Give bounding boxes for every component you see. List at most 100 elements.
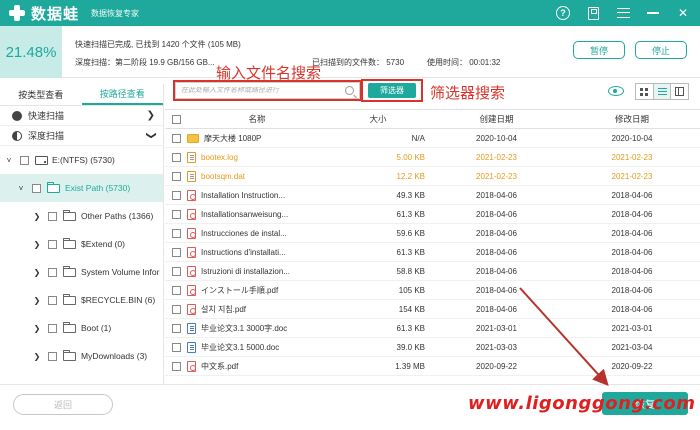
row-checkbox[interactable] xyxy=(171,133,181,143)
pdf-file-icon xyxy=(187,303,196,315)
col-created[interactable]: 创建日期 xyxy=(429,113,564,125)
table-row[interactable]: Instructions d'installati... 61.3 KB 2018-… xyxy=(165,243,700,262)
table-row[interactable]: Installation Instruction... 49.3 KB 2018-0… xyxy=(165,186,700,205)
row-checkbox[interactable] xyxy=(171,190,181,200)
deep-scan-row[interactable]: 深度扫描 ❯ xyxy=(0,126,163,146)
col-size[interactable]: 大小 xyxy=(327,113,429,125)
elapsed-time: 使用时间： 00:01:32 xyxy=(427,57,500,68)
table-row[interactable]: Installationsanweisung... 61.3 KB 2018-04-… xyxy=(165,205,700,224)
file-size: 5.00 KB xyxy=(396,152,425,162)
expand-arrow-icon[interactable]: ❯ xyxy=(32,212,42,221)
back-button[interactable]: 返回 xyxy=(13,394,113,415)
file-name-cell: Installationsanweisung... xyxy=(187,208,327,220)
file-modified: 2018-04-06 xyxy=(611,266,653,276)
table-row[interactable]: Instrucciones de instal... 59.6 KB 2018-04… xyxy=(165,224,700,243)
expand-arrow-icon[interactable]: ˅ xyxy=(4,156,14,165)
row-checkbox[interactable] xyxy=(171,152,181,162)
expand-arrow-icon[interactable]: ˅ xyxy=(16,184,26,193)
grid-view-button[interactable] xyxy=(636,84,654,99)
tree-item-other-paths[interactable]: ❯ Other Paths (1366) xyxy=(0,202,163,230)
expand-arrow-icon[interactable]: ❯ xyxy=(32,296,42,305)
col-modified[interactable]: 修改日期 xyxy=(564,113,700,125)
table-row[interactable]: bootsqm.dat 12.2 KB 2021-02-23 2021-02-23 xyxy=(165,167,700,186)
expand-arrow-icon[interactable]: ❯ xyxy=(32,352,42,361)
pause-button[interactable]: 暂停 xyxy=(573,41,625,59)
file-table: 名称 大小 创建日期 修改日期 摩天大楼 1080P N/A 2020-10-04 2… xyxy=(165,109,700,383)
tree-item-recycle-bin[interactable]: ❯ $RECYCLE.BIN (6) xyxy=(0,286,163,314)
table-row[interactable]: 毕业论文3.1 3000字.doc 61.3 KB 2021-03-01 2021-0… xyxy=(165,319,700,338)
tree-item-exist-path[interactable]: ˅ Exist Path (5730) xyxy=(0,174,163,202)
file-name-cell: Instructions d'installati... xyxy=(187,246,327,258)
file-name-cell: Instrucciones de instal... xyxy=(187,227,327,239)
file-size: 12.2 KB xyxy=(396,171,425,181)
file-name: インストール手順.pdf xyxy=(201,285,279,295)
file-name: bootex.log xyxy=(201,152,238,162)
save-button[interactable] xyxy=(584,4,602,22)
table-row[interactable]: インストール手順.pdf 105 KB 2018-04-06 2018-04-06 xyxy=(165,281,700,300)
list-view-button[interactable] xyxy=(653,84,672,99)
table-row[interactable]: 毕业论文3.1 5000.doc 39.0 KB 2021-03-03 2021-03… xyxy=(165,338,700,357)
row-checkbox-cell xyxy=(165,361,187,371)
table-row[interactable]: 摩天大楼 1080P N/A 2020-10-04 2020-10-04 xyxy=(165,129,700,148)
tree-item-drive[interactable]: ˅ E:(NTFS) (5730) xyxy=(0,146,163,174)
filter-annotation-frame xyxy=(361,79,423,102)
tree-item-system-volume[interactable]: ❯ System Volume Infor xyxy=(0,258,163,286)
deep-scan-label: 深度扫描 xyxy=(28,131,65,141)
detail-view-button[interactable] xyxy=(671,84,688,99)
tree-checkbox[interactable] xyxy=(48,323,57,333)
tree-checkbox[interactable] xyxy=(48,239,57,249)
tree-item-extend[interactable]: ❯ $Extend (0) xyxy=(0,230,163,258)
expand-arrow-icon[interactable]: ❯ xyxy=(32,240,42,249)
file-modified: 2021-03-01 xyxy=(611,323,653,333)
tree-checkbox[interactable] xyxy=(48,351,57,361)
row-checkbox[interactable] xyxy=(171,266,181,276)
tab-by-path[interactable]: 按路径查看 xyxy=(81,84,163,105)
folder-file-icon xyxy=(187,133,199,143)
folder-icon xyxy=(63,293,76,305)
folder-icon xyxy=(63,237,76,249)
stop-button[interactable]: 停止 xyxy=(635,41,687,59)
table-row[interactable]: Istruzioni di installazion... 58.8 KB 2018… xyxy=(165,262,700,281)
tab-by-type[interactable]: 按类型查看 xyxy=(0,84,82,105)
tree-item-mydownloads[interactable]: ❯ MyDownloads (3) xyxy=(0,342,163,370)
tree-checkbox[interactable] xyxy=(32,183,41,193)
file-modified: 2018-04-06 xyxy=(611,190,653,200)
row-checkbox[interactable] xyxy=(171,247,181,257)
menu-button[interactable] xyxy=(614,4,632,22)
table-row[interactable]: 中文系.pdf 1.39 MB 2020-09-22 2020-09-22 xyxy=(165,357,700,376)
file-size: 61.3 KB xyxy=(396,247,425,257)
tree-checkbox[interactable] xyxy=(48,295,57,305)
help-button[interactable]: ? xyxy=(554,4,572,22)
col-name[interactable]: 名称 xyxy=(187,113,327,125)
file-name: 毕业论文3.1 3000字.doc xyxy=(201,323,288,333)
file-name: bootsqm.dat xyxy=(201,171,246,181)
row-checkbox[interactable] xyxy=(171,342,181,352)
quick-scan-row[interactable]: 快速扫描 ❯ xyxy=(0,106,163,126)
select-all-checkbox[interactable] xyxy=(171,114,181,124)
row-checkbox[interactable] xyxy=(171,361,181,371)
expand-arrow-icon[interactable]: ❯ xyxy=(32,324,42,333)
table-row[interactable]: bootex.log 5.00 KB 2021-02-23 2021-02-23 xyxy=(165,148,700,167)
file-name-cell: 中文系.pdf xyxy=(187,360,327,372)
row-checkbox[interactable] xyxy=(171,285,181,295)
row-checkbox[interactable] xyxy=(171,228,181,238)
tree-checkbox[interactable] xyxy=(48,267,57,277)
table-row[interactable]: 설치 지침.pdf 154 KB 2018-04-06 2018-04-06 xyxy=(165,300,700,319)
tree-item-boot[interactable]: ❯ Boot (1) xyxy=(0,314,163,342)
minimize-button[interactable] xyxy=(644,4,662,22)
row-checkbox[interactable] xyxy=(171,209,181,219)
row-checkbox[interactable] xyxy=(171,304,181,314)
file-name-cell: bootex.log xyxy=(187,151,327,163)
expand-arrow-icon[interactable]: ❯ xyxy=(32,268,42,277)
row-checkbox[interactable] xyxy=(171,323,181,333)
view-tabs: 按类型查看 按路径查看 xyxy=(0,84,163,106)
tree-checkbox[interactable] xyxy=(48,211,57,221)
row-checkbox[interactable] xyxy=(171,171,181,181)
title-bar: 数据蛙 数据恢复专家 ? ✕ xyxy=(0,0,700,26)
close-button[interactable]: ✕ xyxy=(674,4,692,22)
eye-icon[interactable] xyxy=(608,86,624,96)
tree-checkbox[interactable] xyxy=(20,155,29,165)
file-created: 2021-02-23 xyxy=(476,152,517,162)
pdf-file-icon xyxy=(187,360,196,372)
select-all-cell xyxy=(165,114,187,124)
